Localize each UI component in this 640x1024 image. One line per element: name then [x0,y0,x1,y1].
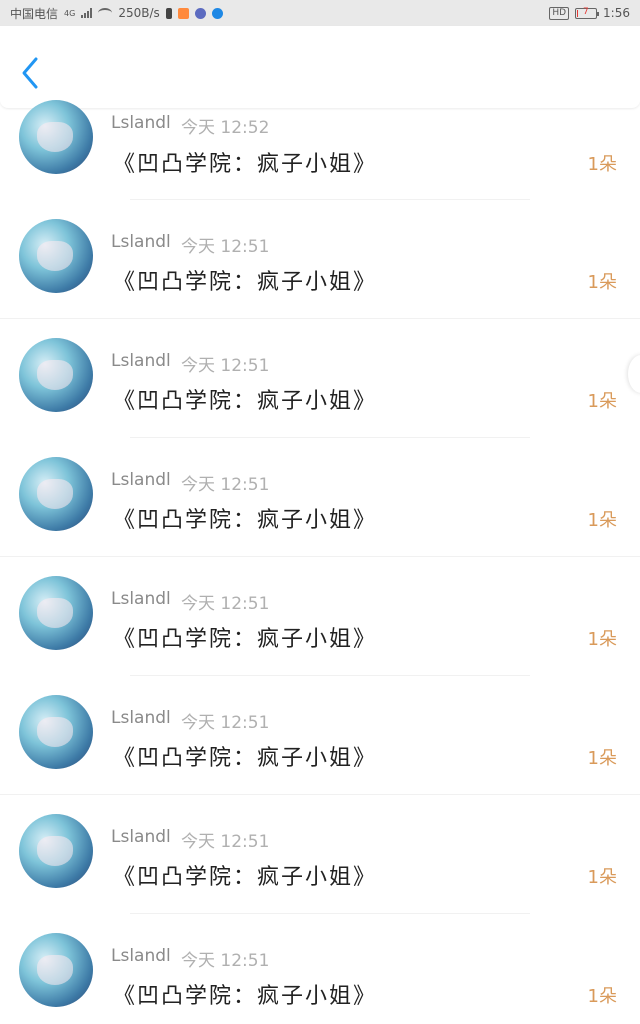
message-title: 《凹凸学院：疯子小姐》 [113,746,378,771]
flower-count: 1朵 [587,391,617,412]
flower-count: 1朵 [587,154,617,175]
avatar[interactable] [19,933,93,1007]
message-title: 《凹凸学院：疯子小姐》 [113,508,378,533]
battery-icon: 7 [575,6,600,19]
status-right: HD 7 1:56 [549,6,630,20]
battery-level: 7 [583,6,589,17]
user-name: Lslandl [111,113,171,133]
message-time: 今天 12:51 [181,713,270,733]
flower-count: 1朵 [587,748,617,769]
flower-count: 1朵 [587,867,617,888]
message-time: 今天 12:51 [181,594,270,614]
flower-count: 1朵 [587,510,617,531]
list-item[interactable]: Lslandl 今天 12:51 《凹凸学院：疯子小姐》 1朵 [0,438,640,557]
avatar[interactable] [19,100,93,174]
list-item[interactable]: Lslandl 今天 12:52 《凹凸学院：疯子小姐》 1朵 [0,100,640,200]
user-name: Lslandl [111,946,171,966]
avatar[interactable] [19,695,93,769]
user-name: Lslandl [111,589,171,609]
message-time: 今天 12:52 [181,118,270,138]
message-title: 《凹凸学院：疯子小姐》 [113,865,378,890]
back-button[interactable] [16,56,46,90]
flower-count: 1朵 [587,629,617,650]
list-item[interactable]: Lslandl 今天 12:51 《凹凸学院：疯子小姐》 1朵 [0,319,640,438]
message-time: 今天 12:51 [181,356,270,376]
user-name: Lslandl [111,232,171,252]
message-list: Lslandl 今天 12:52 《凹凸学院：疯子小姐》 1朵 Lslandl 今天 12… [0,100,640,1024]
video-app-icon [177,7,189,19]
user-name: Lslandl [111,827,171,847]
hd-badge: HD [549,6,570,20]
avatar[interactable] [19,338,93,412]
message-title: 《凹凸学院：疯子小姐》 [113,152,378,177]
avatar[interactable] [19,219,93,293]
battery-fill [577,9,579,17]
list-item[interactable]: Lslandl 今天 12:51 《凹凸学院：疯子小姐》 1朵 [0,200,640,319]
carrier-label: 中国电信 [10,6,59,21]
list-item[interactable]: Lslandl 今天 12:51 《凹凸学院：疯子小姐》 1朵 [0,557,640,676]
message-time: 今天 12:51 [181,951,270,971]
list-item[interactable]: Lslandl 今天 12:51 《凹凸学院：疯子小姐》 1朵 [0,914,640,1024]
message-title: 《凹凸学院：疯子小姐》 [113,270,378,295]
list-item[interactable]: Lslandl 今天 12:51 《凹凸学院：疯子小姐》 1朵 [0,676,640,795]
message-title: 《凹凸学院：疯子小姐》 [113,627,378,652]
list-item[interactable]: Lslandl 今天 12:51 《凹凸学院：疯子小姐》 1朵 [0,795,640,914]
message-time: 今天 12:51 [181,832,270,852]
avatar[interactable] [19,814,93,888]
message-title: 《凹凸学院：疯子小姐》 [113,984,378,1009]
signal-icon [81,8,93,18]
message-time: 今天 12:51 [181,237,270,257]
clock: 1:56 [603,6,630,20]
user-name: Lslandl [111,708,171,728]
message-time: 今天 12:51 [181,475,270,495]
avatar[interactable] [19,576,93,650]
flower-count: 1朵 [587,986,617,1007]
cloud-app-icon [211,7,223,19]
status-left: 中国电信 4G 250B/s [10,5,223,22]
network-type: 4G [64,8,76,18]
net-speed: 250B/s [118,6,160,20]
notification-icon [165,7,172,19]
wifi-icon [98,8,113,18]
status-bar: 中国电信 4G 250B/s HD 7 1:56 [0,0,640,26]
message-title: 《凹凸学院：疯子小姐》 [113,389,378,414]
avatar[interactable] [19,457,93,531]
top-header [0,26,640,108]
flower-count: 1朵 [587,272,617,293]
music-app-icon [194,7,206,19]
chevron-left-icon [22,57,38,89]
user-name: Lslandl [111,470,171,490]
user-name: Lslandl [111,351,171,371]
